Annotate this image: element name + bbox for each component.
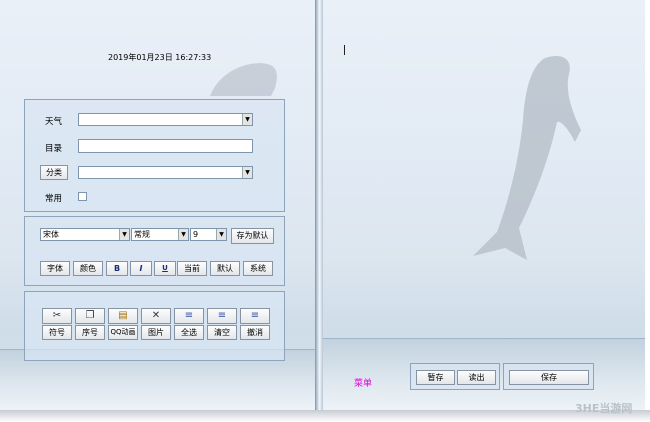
system-button[interactable]: 系统 [243, 261, 273, 276]
font-size-select[interactable]: 9 ▼ [190, 228, 227, 241]
category-button[interactable]: 分类 [40, 165, 68, 180]
bold-button[interactable]: B [106, 261, 128, 276]
align-right-icon[interactable]: ≡ [240, 308, 270, 324]
font-name-value: 宋体 [43, 230, 59, 239]
chevron-down-icon: ▼ [216, 229, 226, 240]
align-left-icon[interactable]: ≡ [174, 308, 204, 324]
catalog-input[interactable] [78, 139, 253, 153]
save-button[interactable]: 保存 [509, 370, 589, 385]
common-checkbox[interactable] [78, 192, 87, 201]
undo-button[interactable]: 撤消 [240, 325, 270, 340]
paste-icon[interactable]: ▤ [108, 308, 138, 324]
category-select[interactable]: ▼ [78, 166, 253, 179]
chevron-down-icon: ▼ [119, 229, 129, 240]
picture-button[interactable]: 图片 [141, 325, 171, 340]
entry-form-panel: 天气 ▼ 目录 分类 ▼ 常用 [24, 99, 285, 212]
datetime-display: 2019年01月23日 16:27:33 [108, 53, 212, 62]
format-panel: 宋体 ▼ 常规 ▼ 9 ▼ 存为默认 字体 颜色 B I U 当前 默认 系统 [24, 216, 285, 286]
dolphin-image [210, 63, 277, 96]
tools-panel: ✂ ❐ ▤ ✕ ≡ ≡ ≡ 符号 序号 QQ动画 图片 全选 清空 撤消 [24, 291, 285, 361]
underline-button[interactable]: U [154, 261, 176, 276]
left-page: 2019年01月23日 16:27:33 天气 ▼ 目录 分类 ▼ 常用 宋体 … [0, 0, 316, 412]
italic-button[interactable]: I [130, 261, 152, 276]
qq-animation-button[interactable]: QQ动画 [108, 325, 138, 340]
diary-window: 2019年01月23日 16:27:33 天气 ▼ 目录 分类 ▼ 常用 宋体 … [0, 0, 650, 422]
number-button[interactable]: 序号 [75, 325, 105, 340]
copy-icon[interactable]: ❐ [75, 308, 105, 324]
catalog-label: 目录 [45, 144, 63, 154]
book-bottom-shadow [0, 410, 650, 422]
symbol-button[interactable]: 符号 [42, 325, 72, 340]
save-default-button[interactable]: 存为默认 [231, 228, 274, 244]
right-page: 暂存 读出 保存 [323, 0, 645, 412]
read-button[interactable]: 读出 [457, 370, 496, 385]
draft-panel: 暂存 读出 [410, 363, 500, 390]
chevron-down-icon: ▼ [242, 114, 252, 125]
text-caret [344, 45, 345, 55]
dolphin-image [473, 55, 581, 260]
watermark-text: 3HE当游网 [575, 402, 633, 415]
chevron-down-icon: ▼ [242, 167, 252, 178]
font-size-value: 9 [193, 230, 199, 239]
menu-label[interactable]: 菜单 [354, 376, 372, 389]
clear-button[interactable]: 清空 [207, 325, 237, 340]
scissors-icon[interactable]: ✂ [42, 308, 72, 324]
common-label: 常用 [45, 194, 63, 204]
font-button[interactable]: 字体 [40, 261, 70, 276]
save-panel: 保存 [503, 363, 594, 390]
font-style-value: 常规 [134, 230, 150, 239]
font-name-select[interactable]: 宋体 ▼ [40, 228, 130, 241]
align-center-icon[interactable]: ≡ [207, 308, 237, 324]
book-spine [316, 0, 323, 412]
color-button[interactable]: 颜色 [73, 261, 103, 276]
close-x-icon[interactable]: ✕ [141, 308, 171, 324]
current-button[interactable]: 当前 [177, 261, 207, 276]
weather-select[interactable]: ▼ [78, 113, 253, 126]
weather-label: 天气 [45, 117, 63, 127]
select-all-button[interactable]: 全选 [174, 325, 204, 340]
default-button[interactable]: 默认 [210, 261, 240, 276]
chevron-down-icon: ▼ [178, 229, 188, 240]
draft-button[interactable]: 暂存 [416, 370, 455, 385]
font-style-select[interactable]: 常规 ▼ [131, 228, 189, 241]
